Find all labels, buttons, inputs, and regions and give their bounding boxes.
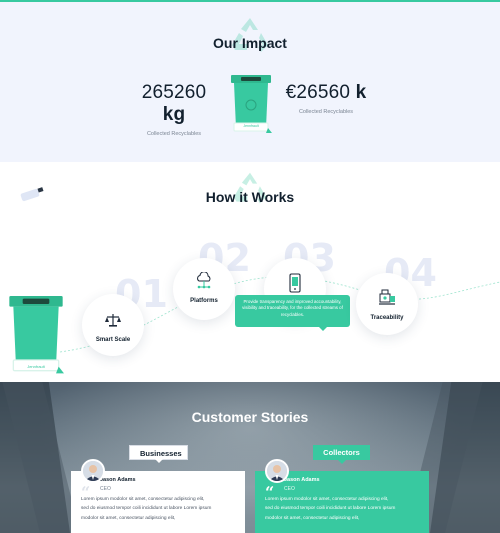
bin-label: Jennfrault bbox=[27, 364, 45, 369]
person-name: Jason Adams bbox=[100, 477, 136, 483]
story-text: Lorem ipsum modolor sit amet, consectetu… bbox=[81, 497, 212, 521]
stat-collected-value: €26560 k Collected Recyclables bbox=[280, 82, 372, 115]
cloud-network-icon bbox=[197, 272, 211, 289]
step-tooltip: Provide transparency and improved accoun… bbox=[235, 295, 350, 331]
story-text: Lorem ipsum modolor sit amet, consectetu… bbox=[265, 497, 396, 521]
machine-icon bbox=[379, 289, 395, 305]
step-label: Smart Scale bbox=[95, 337, 131, 343]
customer-stories-title: Customer Stories bbox=[191, 409, 309, 425]
stat-label: Collected Recyclables bbox=[146, 131, 202, 137]
impact-section: Our Impact 265260 kg Collected Recyclabl… bbox=[0, 2, 500, 162]
stat-collected-kg: 265260 kg Collected Recyclables bbox=[128, 82, 220, 137]
person-role: CEO bbox=[100, 486, 111, 492]
step-label: Platforms bbox=[190, 298, 218, 304]
person-role: CEO bbox=[284, 486, 295, 492]
tab-businesses[interactable]: Businesses bbox=[129, 445, 188, 463]
scale-icon bbox=[105, 314, 121, 327]
dotted-path bbox=[59, 276, 500, 353]
avatar bbox=[81, 459, 105, 483]
bin-label: Jennfrault bbox=[243, 124, 259, 128]
person-name: Jason Adams bbox=[284, 477, 320, 483]
step-traceability[interactable]: Traceability bbox=[356, 273, 418, 335]
customer-stories-section: Customer Stories “ Jason Adams CEO Lorem… bbox=[0, 382, 500, 533]
step-label: Traceability bbox=[370, 315, 404, 321]
how-it-works-section: How it Works 01 02 03 04 Jennfrault Smar… bbox=[0, 162, 500, 382]
stat-value: 265260 kg bbox=[141, 82, 207, 125]
smartphone-icon bbox=[289, 273, 301, 293]
tab-collectors[interactable]: Collectors bbox=[313, 445, 370, 464]
step-platforms[interactable]: Platforms bbox=[173, 258, 235, 320]
stat-label: Collected Recyclables bbox=[298, 109, 354, 115]
recycle-bin-icon bbox=[9, 296, 64, 374]
avatar bbox=[265, 459, 289, 483]
step-smart-scale[interactable]: Smart Scale bbox=[82, 294, 144, 356]
stat-value: €26560 k bbox=[285, 82, 367, 103]
impact-title: Our Impact bbox=[213, 35, 287, 51]
